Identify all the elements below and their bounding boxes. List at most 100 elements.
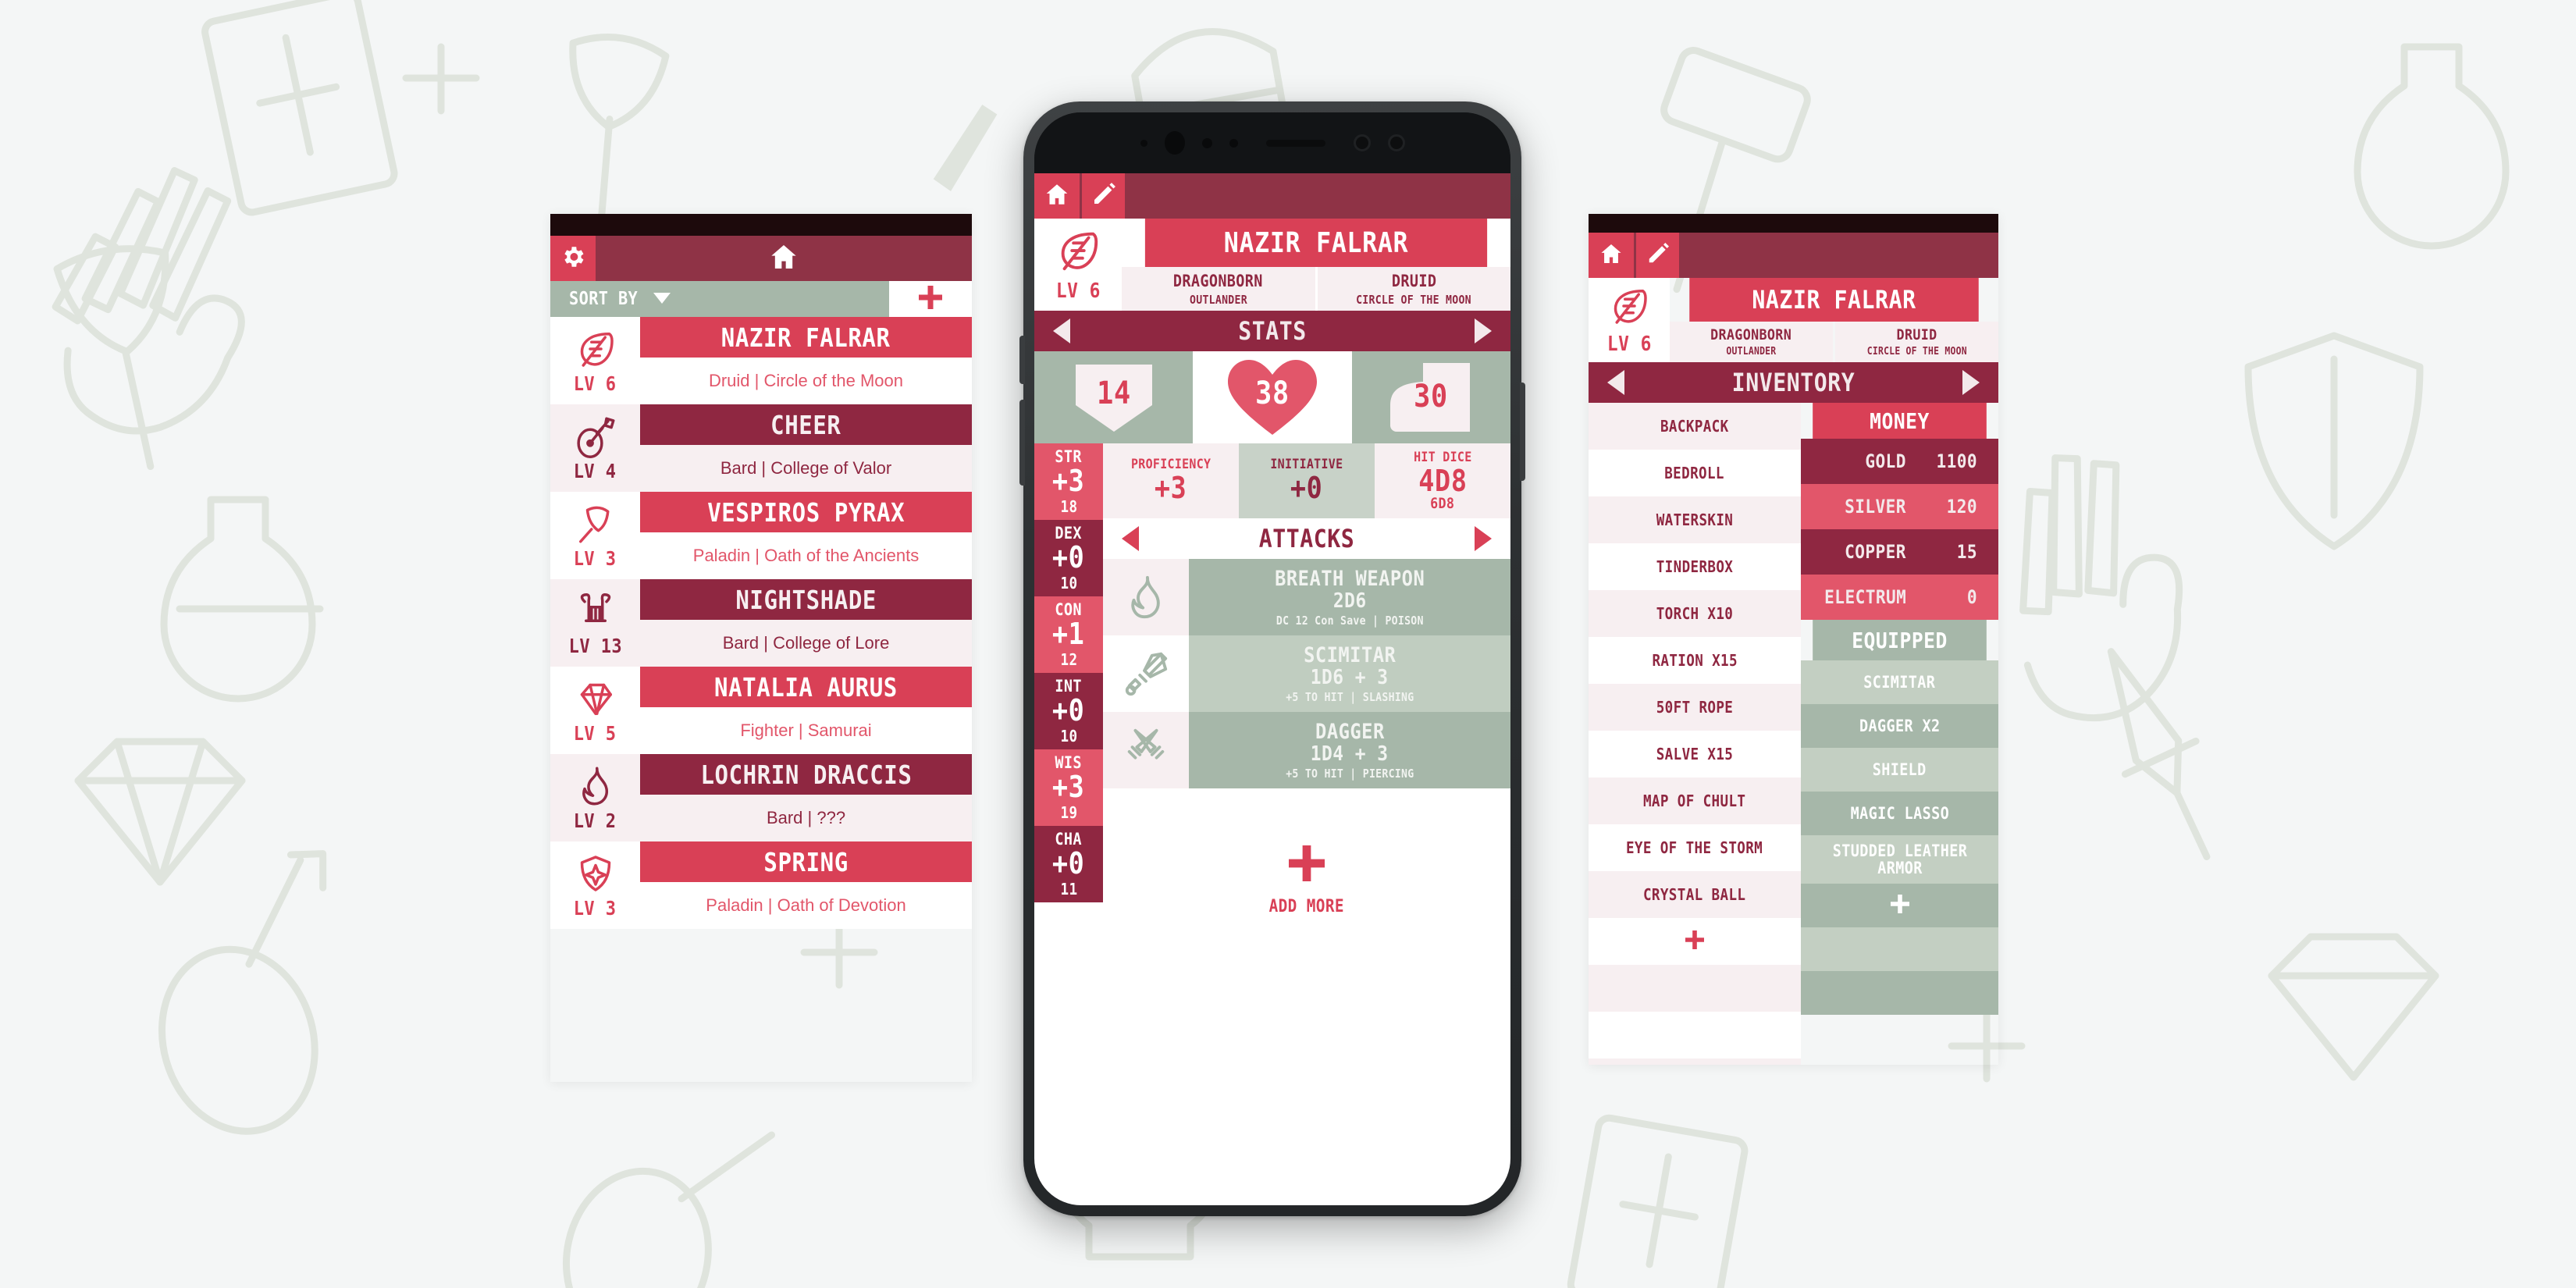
edit-button[interactable] <box>1634 233 1679 278</box>
ability-modifier: +1 <box>1052 617 1085 652</box>
phone-power-button <box>1520 382 1525 481</box>
settings-button[interactable] <box>550 236 596 281</box>
ability-score-cell[interactable]: DEX +0 10 <box>1034 520 1103 596</box>
attack-row[interactable]: DAGGER 1D4 + 3 +5 TO HIT | PIERCING <box>1103 712 1510 788</box>
inventory-item-label: TINDERBOX <box>1656 557 1734 576</box>
character-list-item[interactable]: LV 6 NAZIR FALRAR Druid | Circle of the Mo… <box>550 317 972 404</box>
ability-score-cell[interactable]: STR +3 18 <box>1034 443 1103 520</box>
edit-button[interactable] <box>1080 173 1125 219</box>
ability-score-cell[interactable]: INT +0 10 <box>1034 673 1103 749</box>
money-row[interactable]: GOLD 1100 <box>1801 439 1998 484</box>
avatar[interactable]: LV 6 <box>1589 278 1670 362</box>
currency-label: GOLD <box>1864 450 1906 472</box>
money-header: MONEY <box>1813 403 1987 439</box>
inventory-item[interactable]: EYE OF THE STORM <box>1589 824 1801 871</box>
character-name: VESPIROS PYRAX <box>707 496 905 528</box>
ability-score-cell[interactable]: CHA +0 11 <box>1034 826 1103 902</box>
inventory-item[interactable]: SALVE X15 <box>1589 731 1801 777</box>
inventory-item[interactable]: TORCH X10 <box>1589 590 1801 637</box>
inventory-item[interactable]: TINDERBOX <box>1589 543 1801 590</box>
inventory-item[interactable]: MAP OF CHULT <box>1589 777 1801 824</box>
speed-cell[interactable]: 30 <box>1351 351 1510 443</box>
character-list-item[interactable]: LV 3 VESPIROS PYRAX Paladin | Oath of the … <box>550 492 972 579</box>
race-tag[interactable]: DRAGONBORN OUTLANDER <box>1122 267 1315 311</box>
arrow-right-icon[interactable] <box>1962 370 1980 395</box>
home-button[interactable] <box>1034 173 1080 219</box>
equipped-empty-row <box>1801 927 1998 971</box>
home-icon <box>1044 181 1070 211</box>
class-tag[interactable]: DRUID CIRCLE OF THE MOON <box>1317 267 1510 311</box>
sensor-dot <box>1229 138 1238 148</box>
character-subtitle: Bard | College of Lore <box>640 620 972 667</box>
flame-icon <box>1103 559 1189 635</box>
character-level: LV 13 <box>568 634 622 657</box>
leaf-icon <box>1054 226 1102 278</box>
arrow-left-icon[interactable] <box>1122 526 1139 551</box>
arrow-right-icon[interactable] <box>1475 318 1492 343</box>
character-level: LV 4 <box>574 459 617 482</box>
character-list-item[interactable]: LV 2 LOCHRIN DRACCIS Bard | ??? <box>550 754 972 841</box>
hit-points-cell[interactable]: 38 <box>1193 351 1352 443</box>
equipped-item[interactable]: MAGIC LASSO <box>1801 792 1998 835</box>
character-name-bar: NAZIR FALRAR <box>640 317 972 358</box>
initiative-cell[interactable]: INITIATIVE +0 <box>1239 443 1375 518</box>
avatar[interactable]: LV 6 <box>1034 219 1122 311</box>
race-tag[interactable]: DRAGONBORN OUTLANDER <box>1670 322 1833 362</box>
arrow-left-icon[interactable] <box>1607 370 1624 395</box>
character-list-item[interactable]: LV 13 NIGHTSHADE Bard | College of Lore <box>550 579 972 667</box>
inventory-item-label: WATERSKIN <box>1656 510 1734 529</box>
add-equipped-item-button[interactable] <box>1801 884 1998 927</box>
equipped-item[interactable]: SHIELD <box>1801 748 1998 792</box>
flame-icon <box>572 764 619 808</box>
plus-icon <box>919 286 942 312</box>
sensor-dot <box>1140 139 1147 147</box>
equipped-item[interactable]: SCIMITAR <box>1801 660 1998 704</box>
character-icon-cell: LV 3 <box>550 841 640 929</box>
proficiency-cell[interactable]: PROFICIENCY +3 <box>1103 443 1239 518</box>
equipped-item-label: STUDDED LEATHER ARMOR <box>1832 841 1967 877</box>
inventory-item-label: EYE OF THE STORM <box>1626 838 1763 857</box>
add-attack-button[interactable]: ADD MORE <box>1103 788 1510 973</box>
initiative-label: INITIATIVE <box>1270 457 1343 472</box>
daggers-icon <box>1103 712 1189 788</box>
arrow-right-icon[interactable] <box>1475 526 1492 551</box>
add-inventory-item-button[interactable] <box>1589 918 1801 965</box>
home-button[interactable] <box>1589 233 1634 278</box>
sort-by-dropdown[interactable]: SORT BY <box>550 281 889 317</box>
character-list-item[interactable]: LV 5 NATALIA AURUS Fighter | Samurai <box>550 667 972 754</box>
front-camera <box>1164 131 1185 155</box>
inventory-item[interactable]: RATION X15 <box>1589 637 1801 684</box>
character-icon-cell: LV 2 <box>550 754 640 841</box>
money-row[interactable]: ELECTRUM 0 <box>1801 575 1998 620</box>
inventory-item-label: MAP OF CHULT <box>1643 791 1746 810</box>
inventory-item[interactable]: BACKPACK <box>1589 403 1801 450</box>
currency-value: 1100 <box>1935 450 1977 472</box>
character-list-item[interactable]: LV 4 CHEER Bard | College of Valor <box>550 404 972 492</box>
attack-row[interactable]: SCIMITAR 1D6 + 3 +5 TO HIT | SLASHING <box>1103 635 1510 712</box>
character-name: NAZIR FALRAR <box>1689 278 1979 322</box>
money-row[interactable]: COPPER 15 <box>1801 529 1998 575</box>
money-row[interactable]: SILVER 120 <box>1801 484 1998 529</box>
inventory-item-label: BEDROLL <box>1664 463 1725 482</box>
class-tag[interactable]: DRUID CIRCLE OF THE MOON <box>1835 322 1998 362</box>
inventory-item[interactable]: CRYSTAL BALL <box>1589 871 1801 918</box>
hit-dice-total: 6D8 <box>1430 495 1455 512</box>
equipped-item[interactable]: STUDDED LEATHER ARMOR <box>1801 835 1998 884</box>
sensor-dot <box>1201 137 1212 148</box>
inventory-item-label: SALVE X15 <box>1656 744 1734 763</box>
armor-class-cell[interactable]: 14 <box>1034 351 1194 443</box>
inventory-item[interactable]: WATERSKIN <box>1589 496 1801 543</box>
inventory-item[interactable]: BEDROLL <box>1589 450 1801 496</box>
add-character-button[interactable] <box>889 281 972 317</box>
hit-dice-value: 4D8 <box>1418 464 1468 498</box>
character-list-item[interactable]: LV 3 SPRING Paladin | Oath of Devotion <box>550 841 972 929</box>
hit-dice-cell[interactable]: HIT DICE 4D8 6D8 <box>1375 443 1510 518</box>
arrow-left-icon[interactable] <box>1053 318 1070 343</box>
equipped-item[interactable]: DAGGER X2 <box>1801 704 1998 748</box>
ability-score-cell[interactable]: CON +1 12 <box>1034 596 1103 673</box>
home-button[interactable] <box>596 236 972 281</box>
initiative-value: +0 <box>1290 471 1323 505</box>
ability-score-cell[interactable]: WIS +3 19 <box>1034 749 1103 826</box>
inventory-item[interactable]: 50FT ROPE <box>1589 684 1801 731</box>
attack-row[interactable]: BREATH WEAPON 2D6 DC 12 Con Save | POISON <box>1103 559 1510 635</box>
